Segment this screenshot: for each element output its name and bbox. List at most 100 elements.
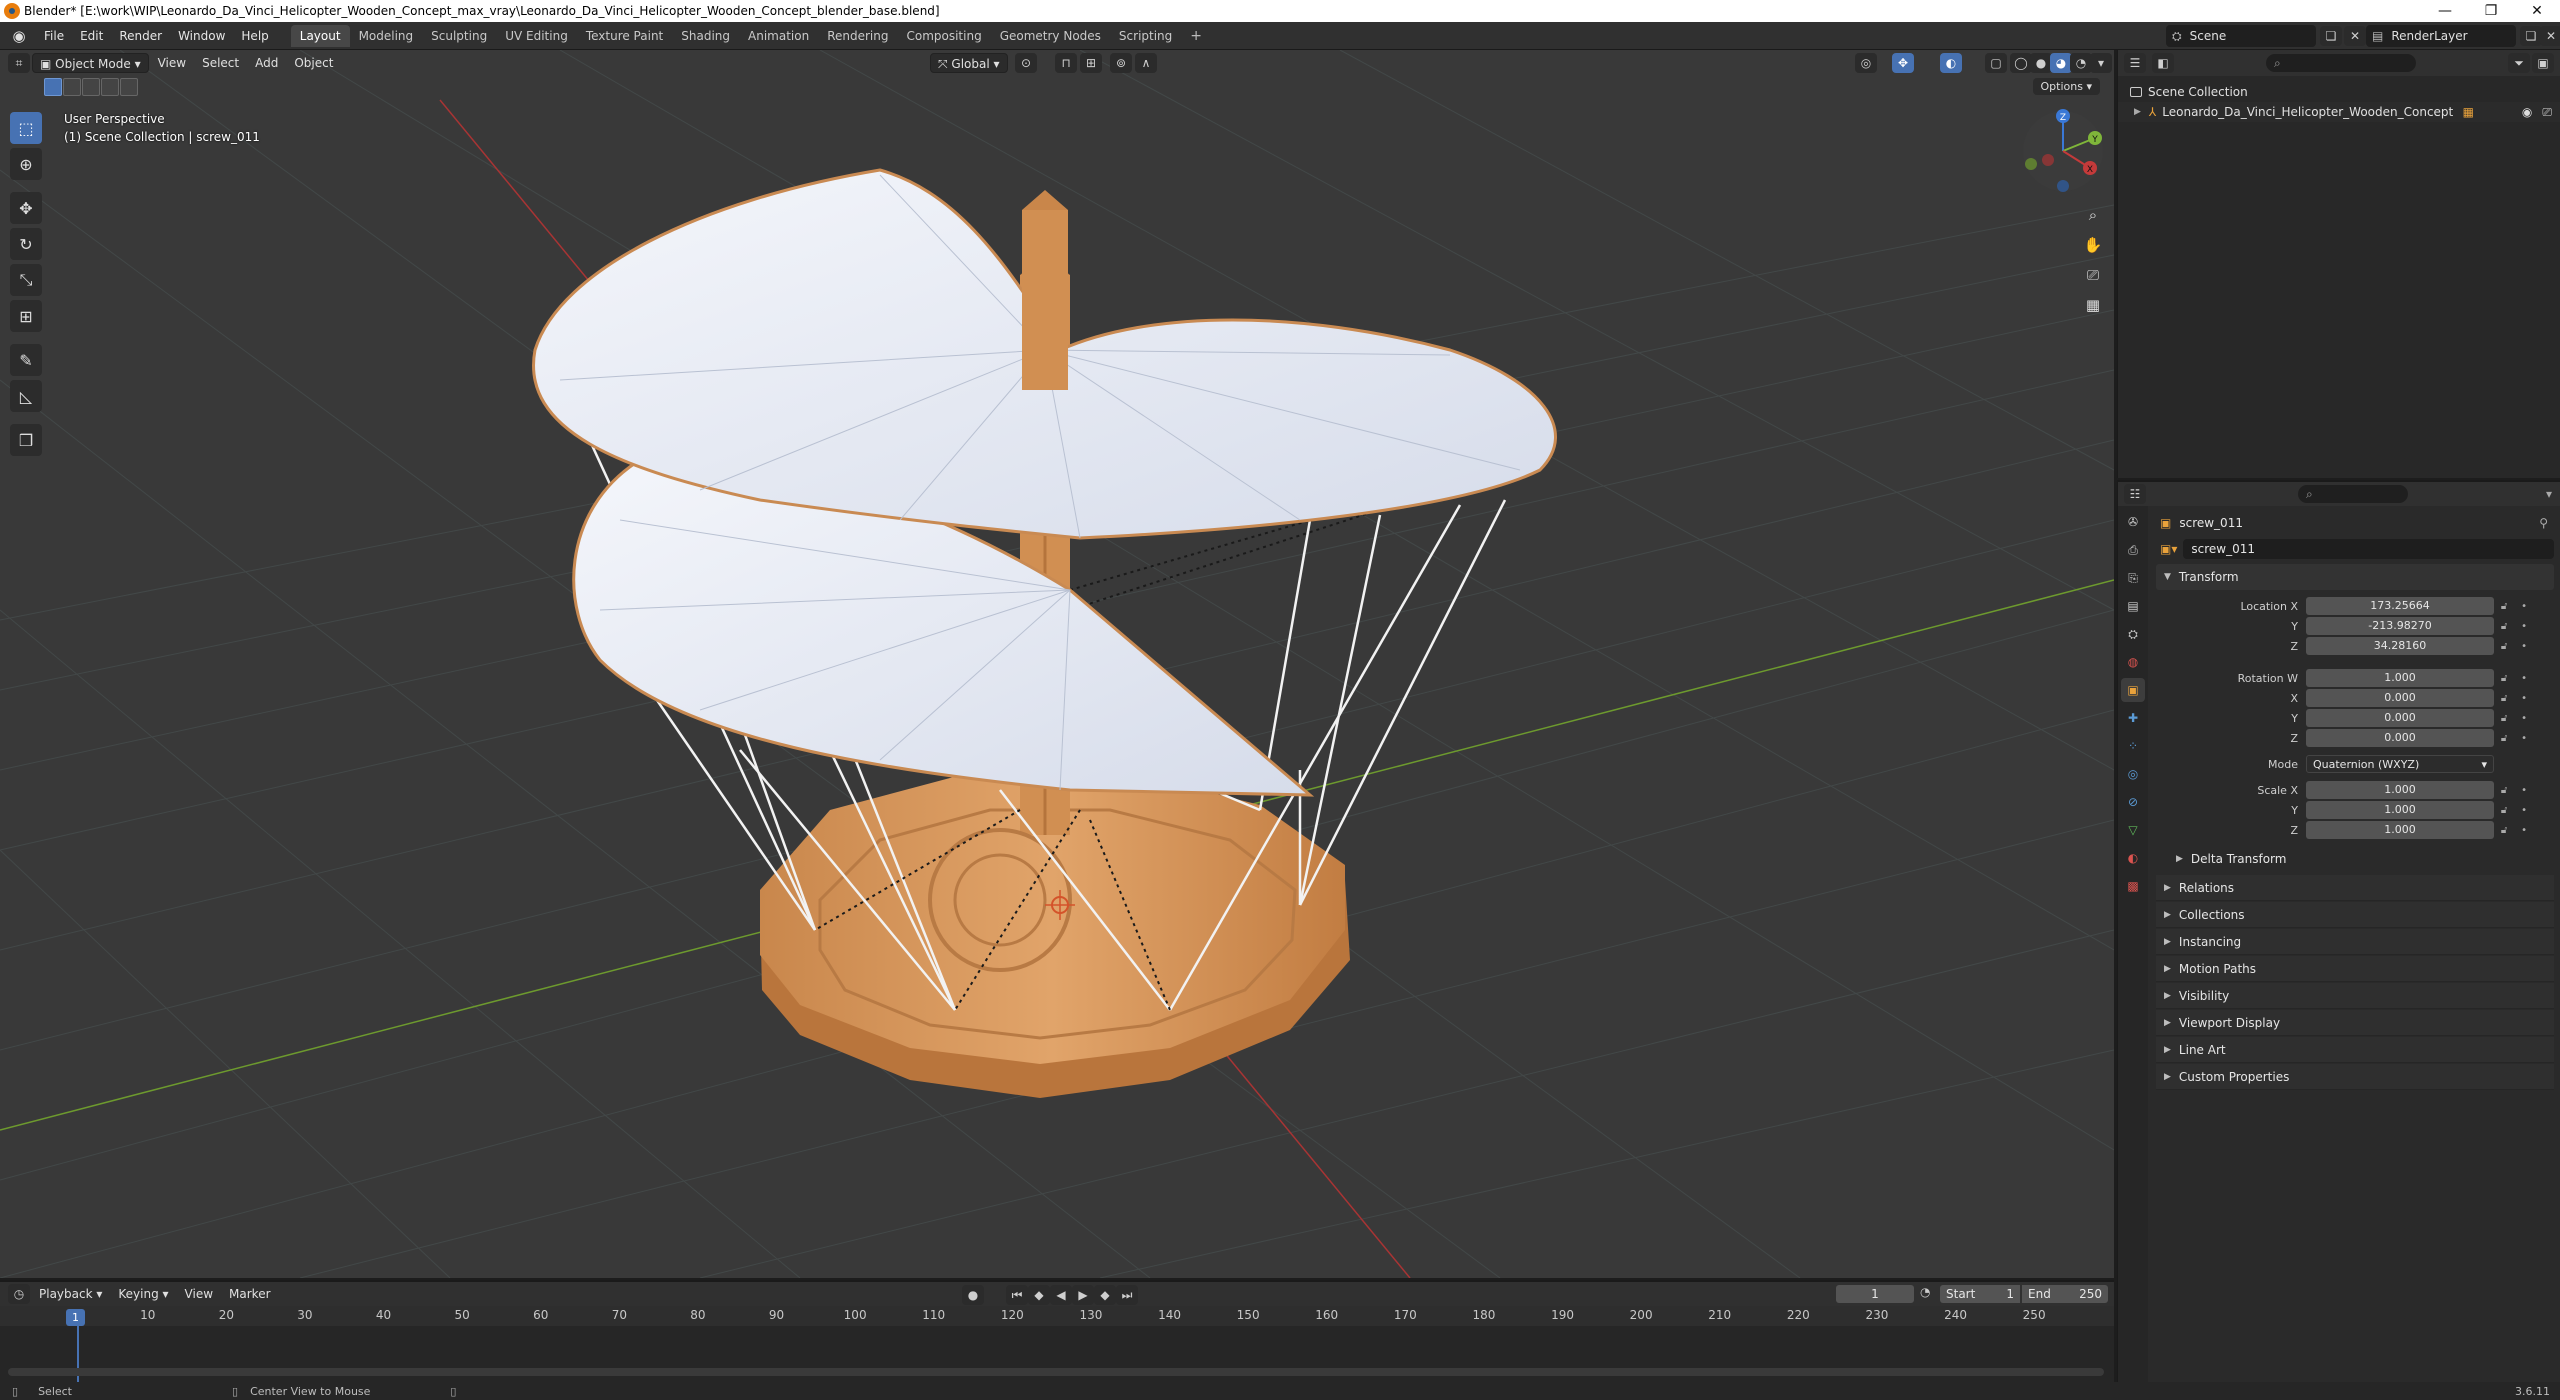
- lock-icon[interactable]: 🔓︎: [2501, 601, 2507, 612]
- properties-editor-type-icon[interactable]: ☷: [2124, 484, 2146, 504]
- panel-motion-paths[interactable]: ▶ Motion Paths: [2156, 956, 2554, 982]
- object-browse-icon[interactable]: ▣▾: [2160, 542, 2177, 556]
- location-x-field[interactable]: 173.25664: [2306, 597, 2494, 615]
- timeline-track-area[interactable]: [0, 1326, 2114, 1382]
- jump-keyframe-back-icon[interactable]: ◆: [1028, 1285, 1050, 1305]
- outliner-editor-type-icon[interactable]: ☰: [2124, 53, 2146, 73]
- jump-end-icon[interactable]: ⏭: [1116, 1285, 1138, 1305]
- xray-toggle-icon[interactable]: ▢: [1985, 53, 2007, 73]
- scene-selector[interactable]: ⛭ Scene: [2166, 25, 2316, 47]
- playhead-frame-indicator[interactable]: 1: [66, 1309, 85, 1326]
- panel-line-art[interactable]: ▶ Line Art: [2156, 1037, 2554, 1063]
- wireframe-shading-icon[interactable]: ◯: [2010, 53, 2032, 73]
- keyframe-dot-icon[interactable]: •: [2521, 713, 2527, 724]
- keyframe-dot-icon[interactable]: •: [2521, 733, 2527, 744]
- rotation-y-field[interactable]: 0.000: [2306, 709, 2494, 727]
- outliner-search-input[interactable]: ⌕: [2266, 54, 2416, 72]
- keyframe-dot-icon[interactable]: •: [2521, 641, 2527, 652]
- play-icon[interactable]: ▶: [1072, 1285, 1094, 1305]
- particles-tab-icon[interactable]: ⁘: [2121, 734, 2145, 758]
- scale-y-field[interactable]: 1.000: [2306, 801, 2494, 819]
- object-tab-icon[interactable]: ▣: [2121, 678, 2145, 702]
- menu-window[interactable]: Window: [170, 25, 233, 47]
- record-icon[interactable]: ●: [962, 1285, 984, 1305]
- scene-tab-icon[interactable]: ⛭: [2121, 622, 2145, 646]
- options-dropdown[interactable]: Options ▾: [2032, 78, 2100, 95]
- output-tab-icon[interactable]: ⎘: [2121, 566, 2145, 590]
- menu-keying[interactable]: Keying ▾: [111, 1284, 175, 1304]
- cursor-tool-icon[interactable]: ⊕: [10, 148, 42, 180]
- properties-options-icon[interactable]: ▾: [2546, 487, 2552, 501]
- scene-collection-row[interactable]: Scene Collection: [2118, 82, 2560, 102]
- proportional-edit-icon[interactable]: ⊚: [1110, 53, 1132, 73]
- zoom-icon[interactable]: ⌕: [2078, 200, 2108, 230]
- jump-start-icon[interactable]: ⏮: [1006, 1285, 1028, 1305]
- solid-shading-icon[interactable]: ●: [2030, 53, 2052, 73]
- menu-file[interactable]: File: [36, 25, 72, 47]
- object-name-field[interactable]: screw_011: [2183, 539, 2554, 559]
- viewport-scene[interactable]: [0, 50, 2114, 1278]
- lock-icon[interactable]: 🔓︎: [2501, 621, 2507, 632]
- select-invert-mode-icon[interactable]: [101, 78, 119, 96]
- lock-icon[interactable]: 🔓︎: [2501, 693, 2507, 704]
- render-tab-icon[interactable]: ⎙: [2121, 538, 2145, 562]
- rotate-tool-icon[interactable]: ↻: [10, 228, 42, 260]
- constraints-tab-icon[interactable]: ⊘: [2121, 790, 2145, 814]
- start-frame-field[interactable]: Start 1: [1940, 1285, 2020, 1303]
- keyframe-dot-icon[interactable]: •: [2521, 693, 2527, 704]
- keyframe-dot-icon[interactable]: •: [2521, 805, 2527, 816]
- display-mode-icon[interactable]: ◧: [2152, 53, 2174, 73]
- panel-relations[interactable]: ▶ Relations: [2156, 875, 2554, 901]
- properties-search-input[interactable]: ⌕: [2298, 485, 2408, 503]
- tab-texture-paint[interactable]: Texture Paint: [577, 25, 672, 47]
- physics-tab-icon[interactable]: ◎: [2121, 762, 2145, 786]
- select-extend-mode-icon[interactable]: [63, 78, 81, 96]
- scale-tool-icon[interactable]: ⤡: [10, 264, 42, 296]
- camera-view-icon[interactable]: ⎚: [2078, 260, 2108, 290]
- transform-orientation-dropdown[interactable]: ⤧ Global ▾: [930, 53, 1008, 73]
- move-tool-icon[interactable]: ✥: [10, 192, 42, 224]
- expand-arrow-icon[interactable]: ▶: [2134, 107, 2141, 117]
- maximize-button[interactable]: ❐: [2468, 3, 2514, 19]
- snap-icon[interactable]: ⊓: [1055, 53, 1077, 73]
- panel-instancing[interactable]: ▶ Instancing: [2156, 929, 2554, 955]
- shading-options-icon[interactable]: ▾: [2090, 53, 2112, 73]
- scale-z-field[interactable]: 1.000: [2306, 821, 2494, 839]
- add-cube-tool-icon[interactable]: ❒: [10, 424, 42, 456]
- end-frame-field[interactable]: End 250: [2022, 1285, 2108, 1303]
- rotation-w-field[interactable]: 1.000: [2306, 669, 2494, 687]
- gizmo-toggle-icon[interactable]: ✥: [1892, 53, 1914, 73]
- play-reverse-icon[interactable]: ◀: [1050, 1285, 1072, 1305]
- keyframe-dot-icon[interactable]: •: [2521, 825, 2527, 836]
- panel-visibility[interactable]: ▶ Visibility: [2156, 983, 2554, 1009]
- tab-compositing[interactable]: Compositing: [897, 25, 990, 47]
- lock-icon[interactable]: 🔓︎: [2501, 825, 2507, 836]
- render-layer-selector[interactable]: ▤ RenderLayer: [2366, 25, 2516, 47]
- overlays-toggle-icon[interactable]: ◐: [1940, 53, 1962, 73]
- rotation-mode-dropdown[interactable]: Quaternion (WXYZ) ▾: [2306, 755, 2494, 773]
- menu-render[interactable]: Render: [111, 25, 170, 47]
- measure-tool-icon[interactable]: ◺: [10, 380, 42, 412]
- tab-geometry-nodes[interactable]: Geometry Nodes: [991, 25, 1110, 47]
- tool-tab-icon[interactable]: ✇: [2121, 510, 2145, 534]
- filter-icon[interactable]: ⏷: [2508, 53, 2530, 73]
- tab-scripting[interactable]: Scripting: [1110, 25, 1181, 47]
- menu-help[interactable]: Help: [233, 25, 276, 47]
- data-tab-icon[interactable]: ▽: [2121, 818, 2145, 842]
- editor-type-icon[interactable]: ⌗: [8, 53, 30, 73]
- pin-icon[interactable]: ⚲: [2539, 516, 2548, 530]
- menu-marker[interactable]: Marker: [222, 1284, 277, 1304]
- keyframe-dot-icon[interactable]: •: [2521, 601, 2527, 612]
- tab-uv-editing[interactable]: UV Editing: [496, 25, 577, 47]
- tab-layout[interactable]: Layout: [290, 24, 350, 47]
- keyframe-dot-icon[interactable]: •: [2521, 673, 2527, 684]
- delete-scene-icon[interactable]: ✕: [2344, 26, 2366, 46]
- timeline-ruler[interactable]: 10 20 30 40 50 60 70 80 90 100 110 120 130 140 150 160 1…: [0, 1306, 2114, 1326]
- tab-modeling[interactable]: Modeling: [350, 25, 423, 47]
- tab-animation[interactable]: Animation: [739, 25, 818, 47]
- select-new-mode-icon[interactable]: [44, 78, 62, 96]
- tab-rendering[interactable]: Rendering: [818, 25, 897, 47]
- location-z-field[interactable]: 34.28160: [2306, 637, 2494, 655]
- object-mode-dropdown[interactable]: ▣ Object Mode ▾: [32, 53, 149, 73]
- select-intersect-mode-icon[interactable]: [120, 78, 138, 96]
